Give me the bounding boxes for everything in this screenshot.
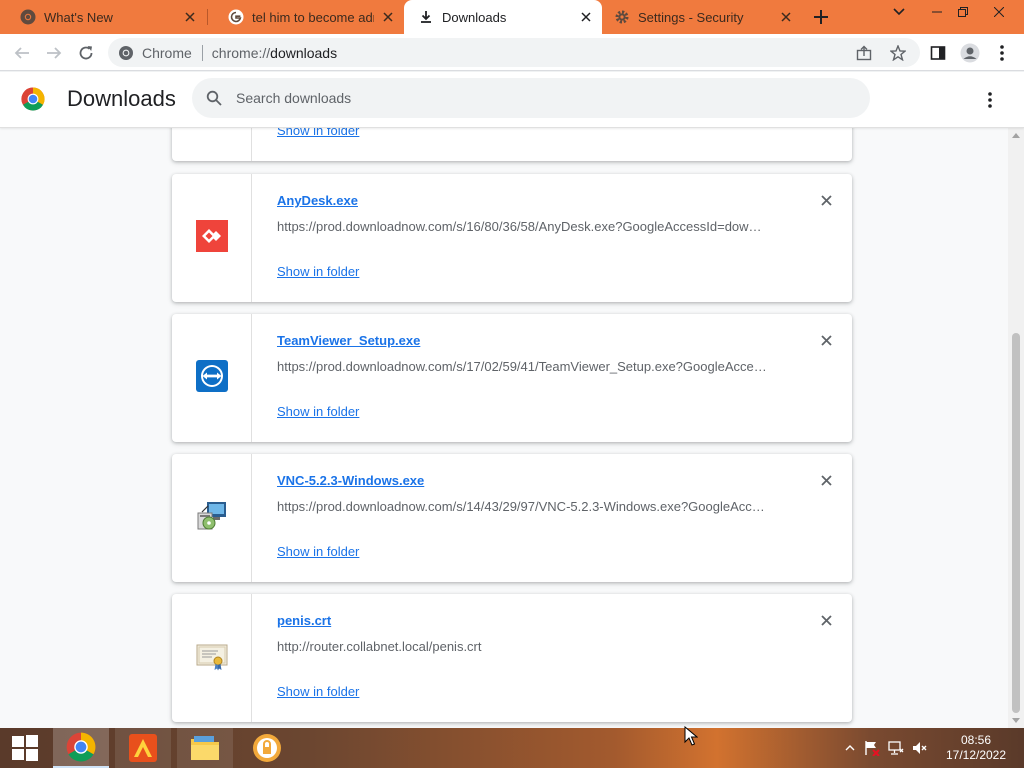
tab-settings-security[interactable]: Settings - Security — [602, 0, 802, 34]
side-panel-button[interactable] — [926, 41, 950, 65]
new-tab-button[interactable] — [810, 6, 832, 28]
shield-lock-icon — [253, 734, 281, 762]
file-icon-column — [172, 454, 252, 582]
downloads-header: Downloads — [0, 72, 1024, 128]
clock-time: 08:56 — [960, 733, 992, 747]
source-url: https://prod.downloadnow.com/s/14/43/29/… — [277, 499, 765, 514]
downloads-list: Show in folder AnyDesk.exe https://prod.… — [0, 128, 1008, 728]
close-tab-icon[interactable] — [182, 9, 198, 25]
browser-toolbar: Chrome chrome://downloads — [0, 34, 1024, 71]
forward-button[interactable] — [42, 41, 66, 65]
scrollbar-thumb[interactable] — [1012, 333, 1020, 713]
tab-downloads[interactable]: Downloads — [404, 0, 602, 34]
system-clock[interactable]: 08:56 17/12/2022 — [940, 733, 1012, 763]
download-item: AnyDesk.exe https://prod.downloadnow.com… — [172, 174, 852, 302]
download-icon — [418, 9, 434, 25]
taskbar-chrome[interactable] — [53, 728, 109, 768]
vertical-scrollbar[interactable] — [1008, 128, 1024, 728]
remove-from-list-icon[interactable] — [818, 472, 834, 488]
mouse-cursor-icon — [684, 725, 699, 751]
show-in-folder-link[interactable]: Show in folder — [277, 404, 359, 419]
scroll-up-arrow-icon[interactable] — [1008, 128, 1024, 142]
tab-title: tel him to become admin — [252, 9, 374, 25]
share-icon[interactable] — [854, 43, 874, 63]
restore-button[interactable] — [946, 0, 980, 24]
remove-from-list-icon[interactable] — [818, 612, 834, 628]
back-button[interactable] — [10, 41, 34, 65]
page-title: Downloads — [67, 86, 176, 111]
google-icon — [228, 9, 244, 25]
show-in-folder-link[interactable]: Show in folder — [277, 128, 359, 138]
url-scheme: chrome:// — [211, 44, 271, 61]
remove-from-list-icon[interactable] — [818, 192, 834, 208]
close-tab-icon[interactable] — [578, 9, 594, 25]
site-info-chip[interactable]: Chrome — [108, 45, 192, 61]
reload-button[interactable] — [74, 41, 98, 65]
clock-date: 17/12/2022 — [945, 748, 1007, 762]
show-hidden-icons-icon[interactable] — [842, 740, 858, 756]
file-icon-column — [172, 314, 252, 442]
address-bar[interactable]: Chrome chrome://downloads — [108, 38, 920, 67]
chrome-icon — [119, 45, 133, 60]
url-host: downloads — [270, 44, 338, 61]
chrome-icon — [20, 9, 36, 25]
taskbar-vpn-app[interactable] — [239, 728, 295, 768]
browser-menu-icon[interactable] — [990, 41, 1014, 65]
file-icon-column — [172, 174, 252, 302]
tab-whats-new[interactable]: What's New — [0, 0, 206, 34]
search-icon — [204, 88, 224, 108]
omnibox-divider — [201, 44, 203, 61]
download-item: TeamViewer_Setup.exe https://prod.downlo… — [172, 314, 852, 442]
taskbar-file-explorer[interactable] — [177, 728, 233, 768]
download-item: penis.crt http://router.collabnet.local/… — [172, 594, 852, 722]
search-downloads-input[interactable] — [236, 90, 836, 106]
download-item: VNC-5.2.3-Windows.exe https://prod.downl… — [172, 454, 852, 582]
source-url: https://prod.downloadnow.com/s/16/80/36/… — [277, 219, 762, 234]
file-name-link[interactable]: TeamViewer_Setup.exe — [277, 333, 420, 348]
windows-taskbar: 08:56 17/12/2022 — [0, 728, 1024, 768]
app-icon — [129, 734, 157, 762]
close-tab-icon[interactable] — [380, 9, 396, 25]
tab-search-button[interactable] — [882, 0, 916, 24]
source-url: https://prod.downloadnow.com/s/17/02/59/… — [277, 359, 767, 374]
bookmark-star-icon[interactable] — [888, 43, 908, 63]
show-in-folder-link[interactable]: Show in folder — [277, 264, 359, 279]
file-name-link[interactable]: AnyDesk.exe — [277, 193, 358, 208]
url-text[interactable]: chrome://downloads — [212, 45, 337, 61]
close-tab-icon[interactable] — [778, 9, 794, 25]
certificate-icon — [196, 640, 228, 677]
profile-avatar[interactable] — [958, 41, 982, 65]
source-url: http://router.collabnet.local/penis.crt — [277, 639, 482, 654]
teamviewer-icon — [195, 359, 228, 397]
show-in-folder-link[interactable]: Show in folder — [277, 684, 359, 699]
site-label: Chrome — [142, 44, 192, 61]
installer-icon — [195, 499, 229, 538]
remove-from-list-icon[interactable] — [818, 332, 834, 348]
close-window-button[interactable] — [982, 0, 1016, 24]
anydesk-icon — [195, 219, 228, 257]
chrome-icon — [66, 732, 96, 762]
gear-icon — [614, 9, 630, 25]
taskbar-app-orange[interactable] — [115, 728, 171, 768]
more-actions-icon[interactable] — [978, 88, 1002, 112]
windows-logo-icon — [12, 735, 38, 761]
tab-strip: What's New tel him to become admin Downl… — [0, 0, 1024, 34]
action-center-flag-icon[interactable] — [864, 740, 880, 756]
scroll-down-arrow-icon[interactable] — [1008, 714, 1024, 728]
tab-google-search[interactable]: tel him to become admin — [208, 0, 404, 34]
chrome-logo-icon — [21, 87, 45, 111]
search-box — [192, 78, 870, 118]
volume-muted-icon[interactable] — [912, 740, 928, 756]
download-item: Show in folder — [172, 128, 852, 161]
file-icon-column — [172, 594, 252, 722]
file-name-link[interactable]: penis.crt — [277, 613, 331, 628]
file-name-link[interactable]: VNC-5.2.3-Windows.exe — [277, 473, 424, 488]
folder-icon — [191, 736, 219, 760]
show-in-folder-link[interactable]: Show in folder — [277, 544, 359, 559]
file-icon-column — [172, 128, 252, 161]
start-button[interactable] — [0, 728, 50, 768]
network-icon[interactable] — [888, 740, 904, 756]
